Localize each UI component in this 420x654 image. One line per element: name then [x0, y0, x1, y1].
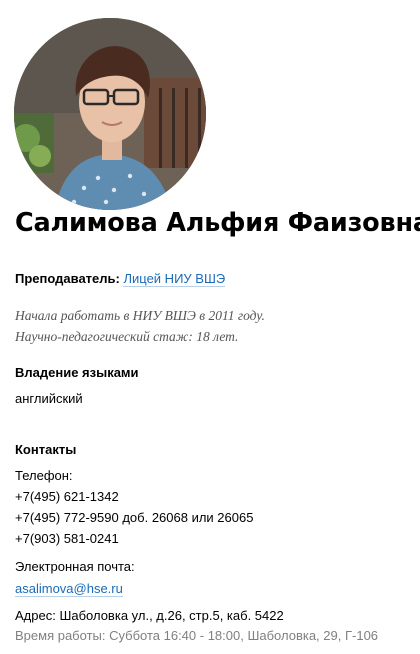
phone-number: +7(903) 581-0241 [15, 531, 119, 546]
profile-photo [14, 18, 206, 210]
position-line: Преподаватель: Лицей НИУ ВШЭ [15, 271, 226, 287]
email-line: asalimova@hse.ru [15, 579, 123, 599]
bio-line-experience: Научно-педагогический стаж: 18 лет. [15, 329, 239, 344]
position-label: Преподаватель: [15, 271, 120, 286]
languages-heading: Владение языками [15, 365, 139, 380]
email-label: Электронная почта: [15, 559, 135, 574]
working-hours: Время работы: Суббота 16:40 - 18:00, Шаб… [15, 628, 379, 643]
address: Адрес: Шаболовка ул., д.26, стр.5, каб. … [15, 608, 284, 623]
contacts-heading: Контакты [15, 442, 77, 457]
bio-line-start: Начала работать в НИУ ВШЭ в 2011 году. [15, 308, 265, 323]
person-name: Салимова Альфия Фаизовна [15, 208, 420, 238]
phone-number: +7(495) 621-1342 [15, 489, 119, 504]
languages-value: английский [15, 391, 83, 406]
phone-number: +7(495) 772-9590 доб. 26068 или 26065 [15, 510, 254, 525]
avatar [14, 18, 206, 210]
organization-link[interactable]: Лицей НИУ ВШЭ [123, 271, 226, 287]
phone-label: Телефон: [15, 468, 73, 483]
bio: Начала работать в НИУ ВШЭ в 2011 году. Н… [15, 305, 265, 347]
email-link[interactable]: asalimova@hse.ru [15, 581, 123, 597]
